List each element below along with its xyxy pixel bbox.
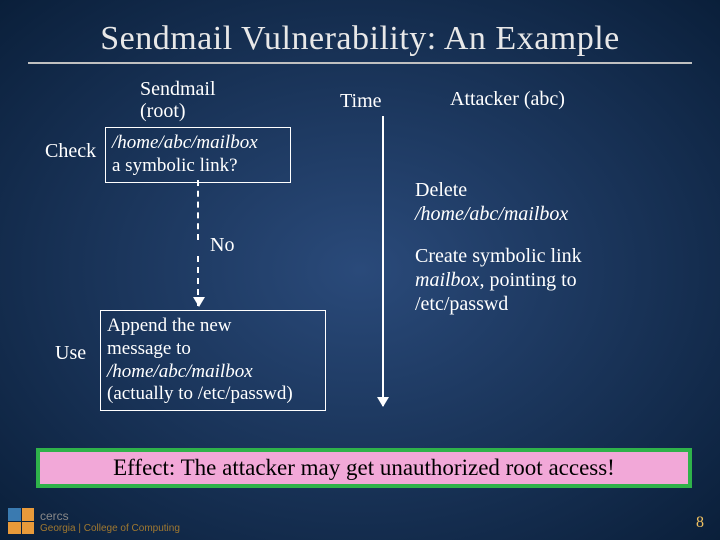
attacker-create-block: Create symbolic link mailbox, pointing t… — [415, 244, 695, 316]
dashed-line-1 — [197, 180, 199, 240]
attacker-header: Attacker (abc) — [450, 88, 565, 111]
cercs-icon — [8, 508, 34, 534]
dashed-arrow — [197, 256, 199, 306]
time-arrow — [382, 116, 384, 406]
slide-number: 8 — [696, 514, 704, 532]
use-label: Use — [55, 342, 86, 365]
no-label: No — [210, 234, 234, 257]
use-line4: (actually to /etc/passwd) — [107, 383, 319, 406]
delete-label: Delete — [415, 178, 568, 202]
create-line3: /etc/passwd — [415, 292, 695, 316]
use-path: /home/abc/mailbox — [107, 361, 319, 384]
sendmail-header: Sendmail (root) — [140, 78, 216, 122]
gt-text: Georgia | College of Computing — [40, 523, 180, 534]
create-line2: mailbox, pointing to — [415, 268, 695, 292]
title-underline — [28, 62, 692, 64]
check-label: Check — [45, 140, 96, 163]
create-line1: Create symbolic link — [415, 244, 695, 268]
use-line2: message to — [107, 338, 319, 361]
content-area: Sendmail (root) Time Attacker (abc) Chec… — [0, 78, 720, 458]
effect-banner: Effect: The attacker may get unauthorize… — [36, 448, 692, 488]
root-label: (root) — [140, 100, 216, 122]
cercs-text: cercs — [40, 509, 180, 523]
sendmail-label: Sendmail — [140, 78, 216, 100]
use-box: Append the new message to /home/abc/mail… — [100, 310, 326, 411]
slide-title: Sendmail Vulnerability: An Example — [0, 0, 720, 62]
time-label: Time — [340, 90, 382, 113]
check-path: /home/abc/mailbox — [112, 132, 284, 155]
delete-path: /home/abc/mailbox — [415, 202, 568, 226]
use-line1: Append the new — [107, 315, 319, 338]
check-box: /home/abc/mailbox a symbolic link? — [105, 127, 291, 183]
attacker-delete-block: Delete /home/abc/mailbox — [415, 178, 568, 226]
check-question: a symbolic link? — [112, 155, 284, 178]
footer-logo: cercs Georgia | College of Computing — [8, 508, 180, 534]
